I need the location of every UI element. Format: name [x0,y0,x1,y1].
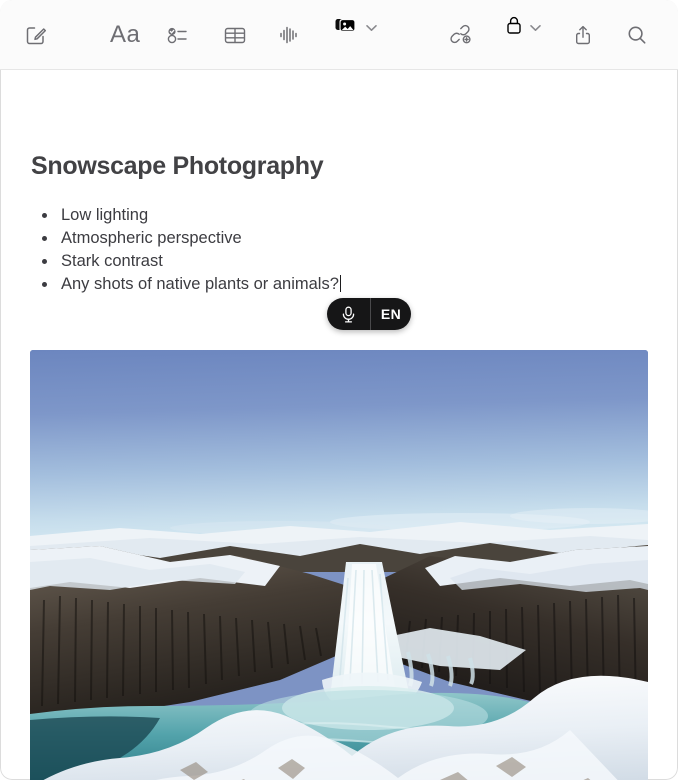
format-button[interactable]: Aa [110,13,140,57]
bullet-list[interactable]: Low lighting Atmospheric perspective Sta… [31,204,342,296]
format-aa-icon: Aa [110,21,141,48]
list-item[interactable]: Atmospheric perspective [31,227,341,250]
text-cursor [339,275,342,292]
checklist-button[interactable] [165,13,191,57]
chevron-down-icon[interactable] [366,19,377,37]
table-button[interactable] [222,13,248,57]
note-attachment-photo[interactable] [30,350,648,780]
add-link-button[interactable] [448,13,474,57]
table-icon [222,23,248,47]
bullet-dot-icon [42,236,47,241]
search-icon [625,23,649,47]
list-item-label: Any shots of native plants or animals? [61,275,339,293]
list-item[interactable]: Any shots of native plants or animals? [31,273,342,296]
microphone-icon[interactable] [327,298,370,330]
list-item[interactable]: Low lighting [31,204,341,227]
list-item-label: Stark contrast [61,252,163,270]
list-item-label: Atmospheric perspective [61,229,242,247]
share-button[interactable] [573,13,597,57]
dictation-indicator[interactable]: EN [327,298,411,330]
bullet-dot-icon [42,282,47,287]
audio-waveform-icon [276,23,302,47]
toolbar: Aa [0,0,678,70]
bullet-dot-icon [42,259,47,264]
checklist-icon [165,23,191,47]
media-button[interactable] [333,13,377,42]
page-title: Snowscape Photography [31,152,324,180]
toolbar-divider [0,69,678,70]
chevron-down-icon[interactable] [530,19,541,37]
dictation-language-label[interactable]: EN [371,298,411,330]
bullet-dot-icon [42,213,47,218]
search-button[interactable] [625,13,649,57]
link-add-icon [448,23,474,47]
lock-note-button[interactable] [503,13,541,42]
share-icon [573,23,597,47]
lock-icon [503,13,525,42]
media-photo-icon [333,13,361,42]
list-item[interactable]: Stark contrast [31,250,341,273]
waterfall-photo-graphic [30,350,648,780]
list-item-label: Low lighting [61,206,149,224]
notes-window: Aa Snowscape Photography Low lighting At… [0,0,678,780]
compose-icon [24,23,48,47]
record-audio-button[interactable] [276,13,302,57]
compose-note-button[interactable] [24,13,48,57]
